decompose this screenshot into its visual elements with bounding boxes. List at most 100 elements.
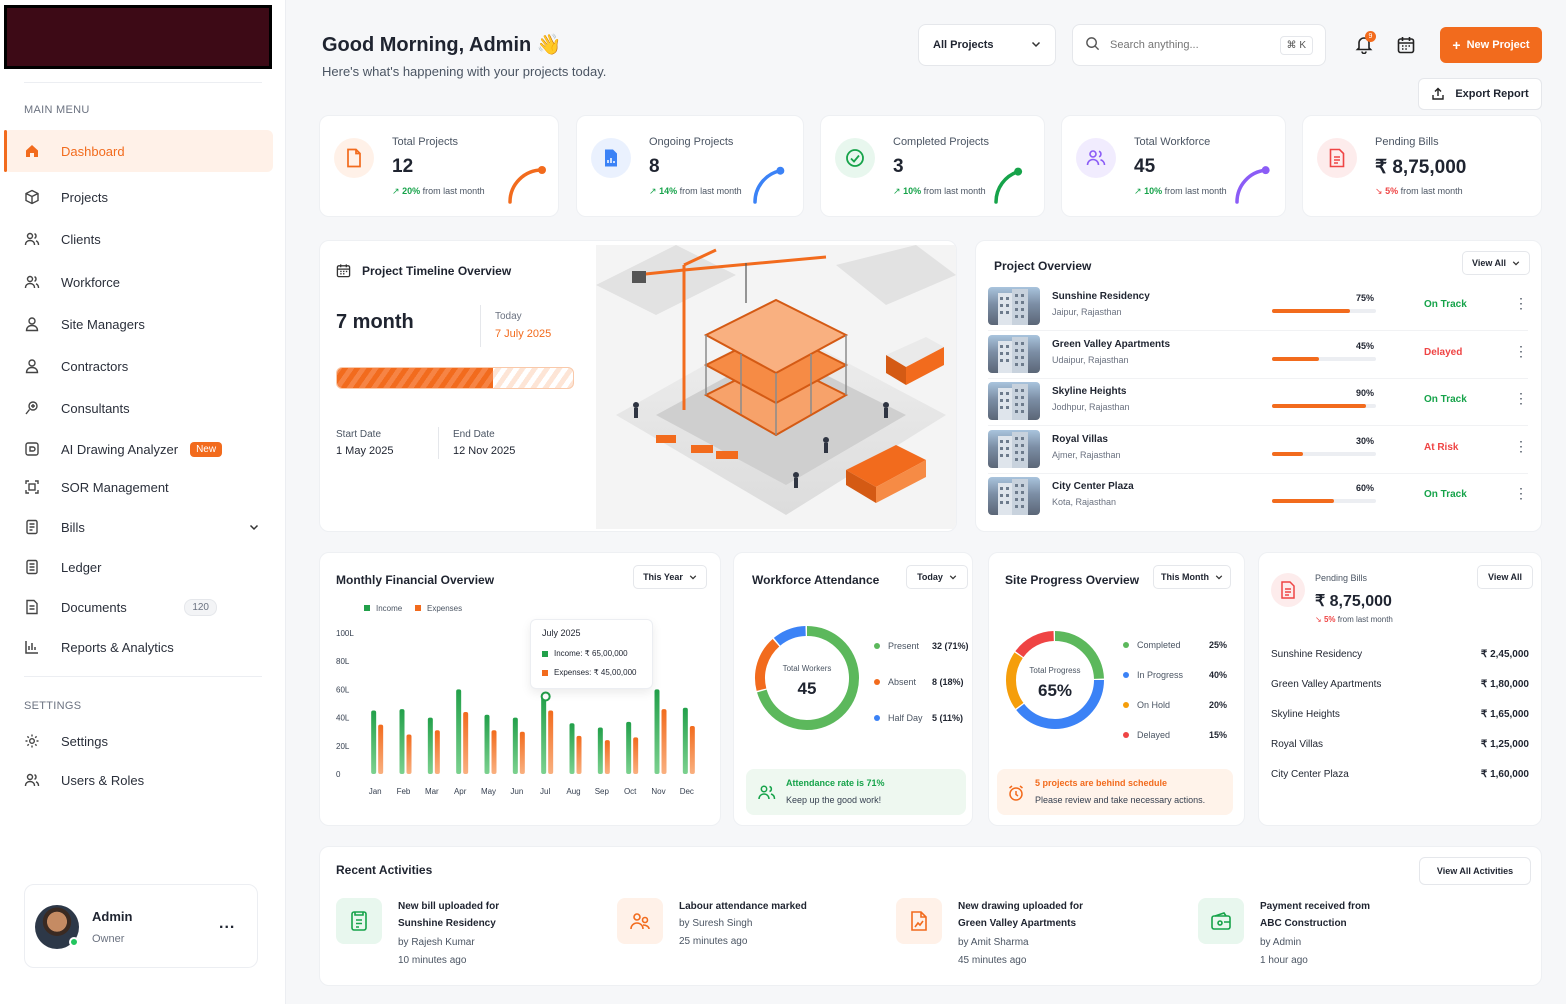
calendar-button[interactable] [1396, 35, 1416, 58]
notification-button[interactable]: 9 [1354, 31, 1376, 56]
brand-logo[interactable] [4, 5, 272, 69]
project-row[interactable]: Sunshine Residency Jaipur, Rajasthan 75% On… [988, 285, 1528, 331]
upload-icon [1432, 87, 1445, 100]
donut-segment-half-day[interactable] [773, 626, 806, 646]
end-date-value: 12 Nov 2025 [453, 445, 516, 457]
bar-income-apr[interactable] [456, 689, 462, 774]
activity-title-line1: Payment received from [1260, 901, 1371, 912]
new-project-button[interactable]: + New Project [1440, 27, 1542, 63]
sidebar: MAIN MENU Dashboard Projects Clients Wor… [0, 0, 286, 1004]
kpi-card-ongoing-projects[interactable]: Ongoing Projects 8 ↗ 14% from last month [576, 115, 804, 217]
bar-expenses-oct[interactable] [633, 737, 639, 774]
sidebar-item-consultants[interactable]: Consultants [4, 387, 273, 429]
more-vertical-icon[interactable]: ⋮ [1514, 485, 1528, 502]
bill-row[interactable]: Skyline Heights ₹ 1,65,000 [1271, 709, 1529, 720]
view-all-dropdown[interactable]: View All [1462, 251, 1530, 275]
bar-expenses-feb[interactable] [406, 734, 412, 774]
sidebar-item-bills[interactable]: Bills [4, 506, 273, 548]
site-period-dropdown[interactable]: This Month [1153, 565, 1231, 589]
sidebar-item-settings[interactable]: Settings [4, 720, 273, 762]
donut-segment-delayed[interactable] [1015, 631, 1055, 658]
more-vertical-icon[interactable]: ⋮ [1514, 295, 1528, 312]
project-row[interactable]: Skyline Heights Jodhpur, Rajasthan 90% On T… [988, 380, 1528, 426]
sidebar-item-ledger[interactable]: Ledger [4, 546, 273, 588]
bar-expenses-apr[interactable] [463, 711, 469, 774]
project-row[interactable]: City Center Plaza Kota, Rajasthan 60% On Tr… [988, 475, 1528, 519]
bar-income-nov[interactable] [654, 689, 660, 774]
bills-value: ₹ 8,75,000 [1315, 593, 1392, 610]
project-name: Green Valley Apartments [1052, 338, 1171, 350]
bar-income-jan[interactable] [371, 710, 377, 774]
bar-income-dec[interactable] [682, 707, 688, 774]
sidebar-item-clients[interactable]: Clients [4, 218, 273, 260]
chevron-down-icon[interactable] [249, 520, 259, 535]
bar-expenses-nov[interactable] [661, 709, 667, 774]
sidebar-item-projects[interactable]: Projects [4, 176, 273, 218]
project-select[interactable]: All Projects [918, 24, 1056, 66]
activity-title-line2: Sunshine Residency [398, 918, 496, 929]
sidebar-item-site-managers[interactable]: Site Managers [4, 303, 273, 345]
bar-expenses-jul[interactable] [548, 710, 554, 774]
sidebar-item-workforce[interactable]: Workforce [4, 261, 273, 303]
sidebar-item-reports-analytics[interactable]: Reports & Analytics [4, 626, 273, 668]
more-vertical-icon[interactable]: ⋮ [1514, 343, 1528, 360]
bill-row[interactable]: Royal Villas ₹ 1,25,000 [1271, 739, 1529, 750]
more-icon[interactable]: ... [219, 915, 235, 933]
bar-income-oct[interactable] [626, 721, 632, 774]
user-card[interactable]: Admin Owner ... [24, 884, 258, 968]
sidebar-item-dashboard[interactable]: Dashboard [4, 130, 273, 172]
sidebar-item-documents[interactable]: Documents 120 [4, 586, 273, 628]
bills-trend-text: from last month [1337, 615, 1393, 624]
kpi-trend-value: 5% [1385, 186, 1399, 196]
bill-row[interactable]: Green Valley Apartments ₹ 1,80,000 [1271, 679, 1529, 690]
sidebar-item-contractors[interactable]: Contractors [4, 345, 273, 387]
bar-expenses-mar[interactable] [434, 730, 440, 774]
bar-income-mar[interactable] [427, 717, 433, 774]
search-box[interactable]: ⌘ K [1072, 24, 1326, 66]
bills-view-all-button[interactable]: View All [1477, 565, 1533, 589]
legend-swatch-expenses [415, 605, 421, 611]
bar-expenses-aug[interactable] [576, 735, 582, 774]
bar-income-may[interactable] [484, 714, 490, 774]
sidebar-item-sor-management[interactable]: SOR Management [4, 466, 273, 508]
team-icon [24, 274, 40, 290]
search-input[interactable] [1110, 39, 1270, 51]
project-row[interactable]: Green Valley Apartments Udaipur, Rajastha… [988, 333, 1528, 379]
bar-expenses-dec[interactable] [689, 726, 695, 774]
bar-income-sep[interactable] [597, 727, 603, 774]
bar-income-feb[interactable] [399, 709, 405, 774]
attendance-period-dropdown[interactable]: Today [906, 565, 968, 589]
legend-dot [874, 679, 880, 685]
kpi-card-total-projects[interactable]: Total Projects 12 ↗ 20% from last month [319, 115, 559, 217]
view-all-activities-button[interactable]: View All Activities [1419, 857, 1531, 885]
kpi-card-pending-bills[interactable]: Pending Bills ₹ 8,75,000 ↘ 5% from last mo… [1302, 115, 1542, 217]
bar-expenses-sep[interactable] [604, 740, 610, 774]
project-select-value: All Projects [933, 39, 994, 51]
sidebar-item-label: Ledger [61, 559, 102, 575]
bar-expenses-jan[interactable] [378, 724, 384, 774]
activity-time: 10 minutes ago [398, 955, 467, 966]
bar-income-aug[interactable] [569, 723, 575, 774]
bar-expenses-jun[interactable] [519, 731, 525, 774]
legend-item: In Progress [1123, 670, 1183, 680]
bill-row[interactable]: City Center Plaza ₹ 1,60,000 [1271, 769, 1529, 780]
more-vertical-icon[interactable]: ⋮ [1514, 438, 1528, 455]
bar-income-jul[interactable] [541, 696, 547, 774]
bill-row[interactable]: Sunshine Residency ₹ 2,45,000 [1271, 649, 1529, 660]
bar-expenses-may[interactable] [491, 730, 497, 774]
kpi-card-total-workforce[interactable]: Total Workforce 45 ↗ 10% from last month [1061, 115, 1286, 217]
sidebar-item-ai-drawing-analyzer[interactable]: AI Drawing Analyzer New [4, 428, 273, 470]
period-label: This Month [1161, 572, 1209, 582]
bills-trend: 5% [1323, 615, 1336, 624]
bar-income-jun[interactable] [512, 717, 518, 774]
export-report-button[interactable]: Export Report [1418, 78, 1542, 110]
sidebar-item-users-roles[interactable]: Users & Roles [4, 759, 273, 801]
project-progress-bar [1272, 356, 1376, 361]
project-row[interactable]: Royal Villas Ajmer, Rajasthan 30% At Risk ⋮ [988, 428, 1528, 474]
sidebar-item-label: AI Drawing Analyzer [61, 441, 179, 457]
bill-amount: ₹ 1,25,000 [1480, 739, 1529, 750]
expenses-swatch [542, 669, 548, 676]
more-vertical-icon[interactable]: ⋮ [1514, 390, 1528, 407]
kpi-card-completed-projects[interactable]: Completed Projects 3 ↗ 10% from last month [820, 115, 1045, 217]
x-tick-label: Jul [540, 787, 550, 796]
